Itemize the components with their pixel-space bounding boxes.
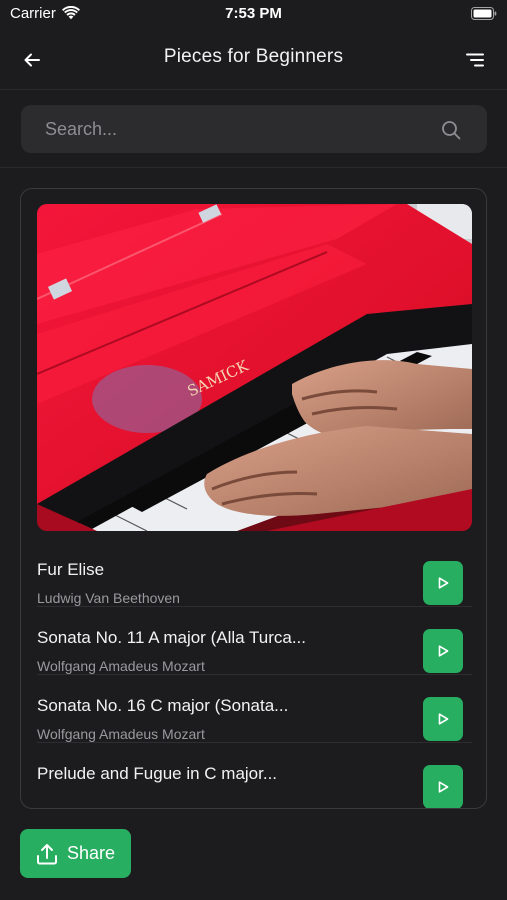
menu-lines-icon xyxy=(466,53,484,67)
piece-composer: Ludwig Van Beethoven xyxy=(37,590,180,606)
play-button[interactable] xyxy=(423,697,463,741)
play-icon xyxy=(438,577,448,589)
piece-title: Prelude and Fugue in C major... xyxy=(37,764,278,783)
clock: 7:53 PM xyxy=(225,5,282,22)
search-section xyxy=(0,90,507,168)
share-button[interactable]: Share xyxy=(20,829,131,878)
list-item[interactable]: Sonata No. 16 C major (Sonata... Wolfgan… xyxy=(37,675,472,743)
piece-composer: Wolfgang Amadeus Mozart xyxy=(37,726,205,742)
upload-icon xyxy=(36,843,57,864)
status-bar: Carrier 7:53 PM xyxy=(0,0,507,30)
play-icon xyxy=(438,781,448,793)
play-button[interactable] xyxy=(423,629,463,673)
battery-icon xyxy=(471,7,497,20)
play-icon xyxy=(438,645,448,657)
list-item[interactable]: Prelude and Fugue in C major... xyxy=(37,743,472,808)
pieces-list: Fur Elise Ludwig Van Beethoven Sonata No… xyxy=(37,539,472,808)
list-item[interactable]: Fur Elise Ludwig Van Beethoven xyxy=(37,539,472,607)
menu-button[interactable] xyxy=(461,46,489,74)
share-label: Share xyxy=(66,843,116,863)
piece-title: Sonata No. 11 A major (Alla Turca... xyxy=(37,628,306,647)
play-button[interactable] xyxy=(423,561,463,605)
app-screen: Carrier 7:53 PM Pieces for Beginners Sea… xyxy=(0,0,507,900)
navigation-bar: Pieces for Beginners xyxy=(0,30,507,90)
play-button[interactable] xyxy=(423,765,463,808)
piece-title: Sonata No. 16 C major (Sonata... xyxy=(37,696,289,715)
list-item[interactable]: Sonata No. 11 A major (Alla Turca... Wol… xyxy=(37,607,472,675)
search-icon[interactable] xyxy=(441,120,461,140)
piece-composer: Wolfgang Amadeus Mozart xyxy=(37,658,205,674)
piece-title: Fur Elise xyxy=(37,560,105,579)
page-title: Pieces for Beginners xyxy=(163,46,344,67)
piano-hero-image: SAMICK xyxy=(37,204,472,531)
play-icon xyxy=(438,713,448,725)
search-bar[interactable] xyxy=(21,105,487,153)
search-input[interactable] xyxy=(21,105,441,153)
pieces-card: SAMICK Fur Elise Ludwig Van Beethoven So… xyxy=(20,188,487,809)
